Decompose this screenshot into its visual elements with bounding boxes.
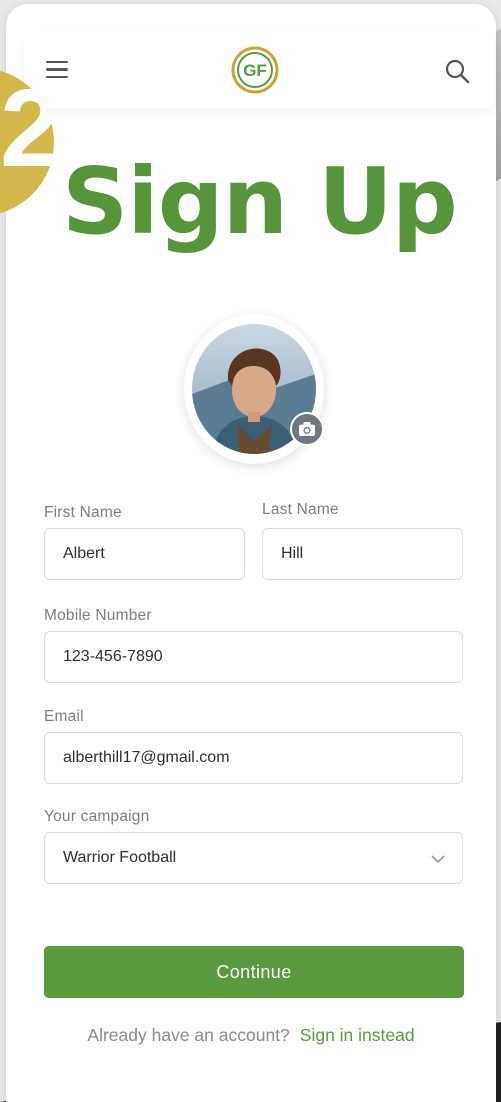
mobile-number-label: Mobile Number [44,607,152,624]
top-navigation-bar: GF [24,32,494,108]
last-name-field[interactable]: Hill [262,528,463,580]
mobile-number-field[interactable]: 123-456-7890 [44,631,463,683]
already-have-account-text: Already have an account? [87,1025,290,1045]
search-icon[interactable] [444,58,470,84]
profile-photo [184,314,324,464]
last-name-label: Last Name [262,501,339,518]
mobile-number-value: 123-456-7890 [63,648,163,665]
stage: GF Sign Up First Name Last Name Albert H… [0,0,501,1102]
sign-in-link[interactable]: Sign in instead [300,1025,415,1045]
continue-button[interactable]: Continue [44,946,464,998]
email-field[interactable]: alberthill17@gmail.com [44,732,463,784]
campaign-select[interactable]: Warrior Football [44,832,463,884]
email-value: alberthill17@gmail.com [63,749,230,766]
email-label: Email [44,708,84,725]
campaign-value: Warrior Football [63,849,177,866]
phone-screen: GF Sign Up First Name Last Name Albert H… [6,4,496,1102]
camera-icon [299,421,315,437]
logo-text: GF [243,61,267,80]
step-number: 2 [0,68,54,190]
last-name-value: Hill [281,545,304,562]
first-name-field[interactable]: Albert [44,528,245,580]
sign-in-prompt: Already have an account? Sign in instead [6,1025,496,1046]
chevron-down-icon [431,855,445,864]
change-photo-button[interactable] [290,412,324,446]
first-name-value: Albert [63,545,105,562]
logo: GF [231,46,279,94]
page-title: Sign Up [62,148,458,255]
first-name-label: First Name [44,504,122,521]
campaign-label: Your campaign [44,808,150,825]
